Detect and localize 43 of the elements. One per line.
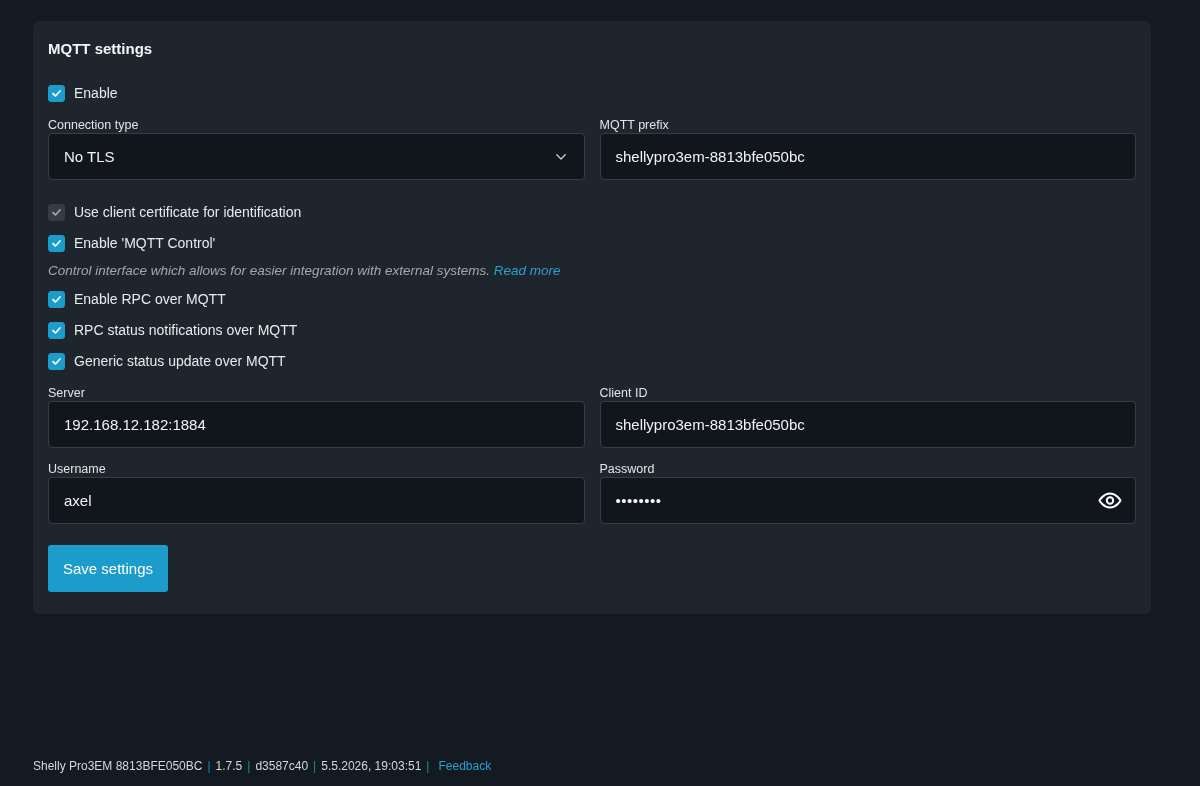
footer-separator: | xyxy=(207,758,211,774)
checkmark-icon xyxy=(52,208,61,216)
field-label: Password xyxy=(599,461,655,477)
footer-text: 5.5.2026, 19:03:51 xyxy=(321,758,422,774)
checkbox-label: Use client certificate for identification xyxy=(74,203,302,222)
input-field[interactable]: 192.168.12.182:1884 xyxy=(48,401,585,448)
checkmark-icon xyxy=(52,357,61,365)
checkbox[interactable] xyxy=(48,84,65,102)
checkmark-icon xyxy=(52,295,61,303)
input-field[interactable]: shellypro3em-8813bfe050bc xyxy=(599,401,1136,448)
checkbox-label: Enable xyxy=(74,84,118,103)
checkbox[interactable] xyxy=(48,352,65,370)
checkbox-label: Generic status update over MQTT xyxy=(74,352,286,371)
footer-separator: | xyxy=(313,758,317,774)
footer-text: 1.7.5 xyxy=(215,758,243,774)
checkmark-icon xyxy=(52,239,61,247)
read-more-link[interactable]: Read more xyxy=(493,263,561,278)
chevron-down-icon xyxy=(555,153,566,160)
input-field[interactable]: axel xyxy=(48,477,585,524)
panel-title: MQTT settings xyxy=(48,39,153,59)
field-label: Connection type xyxy=(48,117,139,133)
field-label: Server xyxy=(48,385,85,401)
feedback-link[interactable]: Feedback xyxy=(438,758,492,774)
description-text: Control interface which allows for easier integration with external systems. Read more xyxy=(48,262,561,280)
field-label: Username xyxy=(48,461,106,477)
checkmark-icon xyxy=(52,326,61,334)
checkbox-label: RPC status notifications over MQTT xyxy=(74,321,298,340)
dropdown[interactable]: No TLS xyxy=(48,133,585,180)
footer-text: d3587c40 xyxy=(255,758,309,774)
footer-text: Shelly Pro3EM 8813BFE050BC xyxy=(33,758,203,774)
checkbox[interactable] xyxy=(48,234,65,252)
checkbox-label: Enable 'MQTT Control' xyxy=(74,234,216,253)
field-label: Client ID xyxy=(599,385,648,401)
footer-separator: | xyxy=(426,758,430,774)
eye-icon[interactable] xyxy=(1098,492,1122,509)
checkbox-label: Enable RPC over MQTT xyxy=(74,290,226,309)
input-field[interactable]: shellypro3em-8813bfe050bc xyxy=(599,133,1136,180)
field-label: MQTT prefix xyxy=(599,117,669,133)
checkbox[interactable] xyxy=(48,321,65,339)
password-field[interactable]: •••••••• xyxy=(599,477,1136,524)
checkmark-icon xyxy=(52,89,61,97)
footer-separator: | xyxy=(247,758,251,774)
checkbox[interactable] xyxy=(48,290,65,308)
